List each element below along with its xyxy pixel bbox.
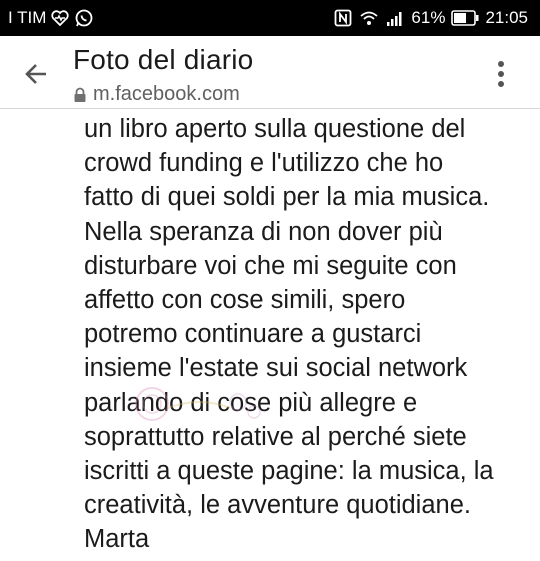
browser-header: Foto del diario m.facebook.com bbox=[0, 36, 540, 109]
battery-icon bbox=[451, 10, 479, 26]
post-line: creatività, le avventure quotidiane. bbox=[84, 491, 471, 520]
post-line: Nella speranza di non dover più bbox=[84, 217, 443, 246]
post-line: fatto di quei soldi per la mia musica. bbox=[84, 183, 490, 212]
lock-icon bbox=[74, 87, 86, 102]
battery-percent: 61% bbox=[411, 8, 446, 27]
watermark-logo bbox=[135, 387, 261, 421]
post-line: crowd funding e l'utilizzo che ho bbox=[84, 149, 444, 178]
page-title: Foto del diario bbox=[73, 44, 254, 75]
post-text: un libro aperto sulla questione del crow… bbox=[84, 112, 534, 557]
signal-icon bbox=[387, 12, 402, 26]
post-line: Marta bbox=[84, 525, 150, 554]
url-row[interactable]: m.facebook.com bbox=[73, 83, 240, 106]
status-left: I TIM bbox=[8, 8, 94, 28]
status-right: 61% 21:05 bbox=[333, 8, 528, 28]
post-line: potremo continuare a gustarci bbox=[84, 320, 422, 349]
more-options-icon[interactable] bbox=[488, 56, 514, 92]
post-line: iscritti a queste pagine: la musica, la bbox=[84, 457, 494, 486]
post-line: un libro aperto sulla questione del bbox=[84, 115, 466, 143]
nfc-icon bbox=[335, 9, 352, 27]
whatsapp-icon bbox=[76, 9, 93, 27]
carrier-label: I TIM bbox=[8, 8, 47, 27]
post-line: disturbare voi che mi seguite con bbox=[84, 251, 457, 280]
clock: 21:05 bbox=[485, 8, 528, 27]
post-line: affetto con cose simili, spero bbox=[84, 286, 406, 315]
health-heart-icon bbox=[51, 10, 70, 27]
wifi-icon bbox=[360, 11, 379, 25]
status-bar: I TIM 61% 21:05 bbox=[0, 0, 540, 36]
back-arrow-icon[interactable] bbox=[18, 56, 54, 92]
url-text: m.facebook.com bbox=[93, 83, 240, 105]
